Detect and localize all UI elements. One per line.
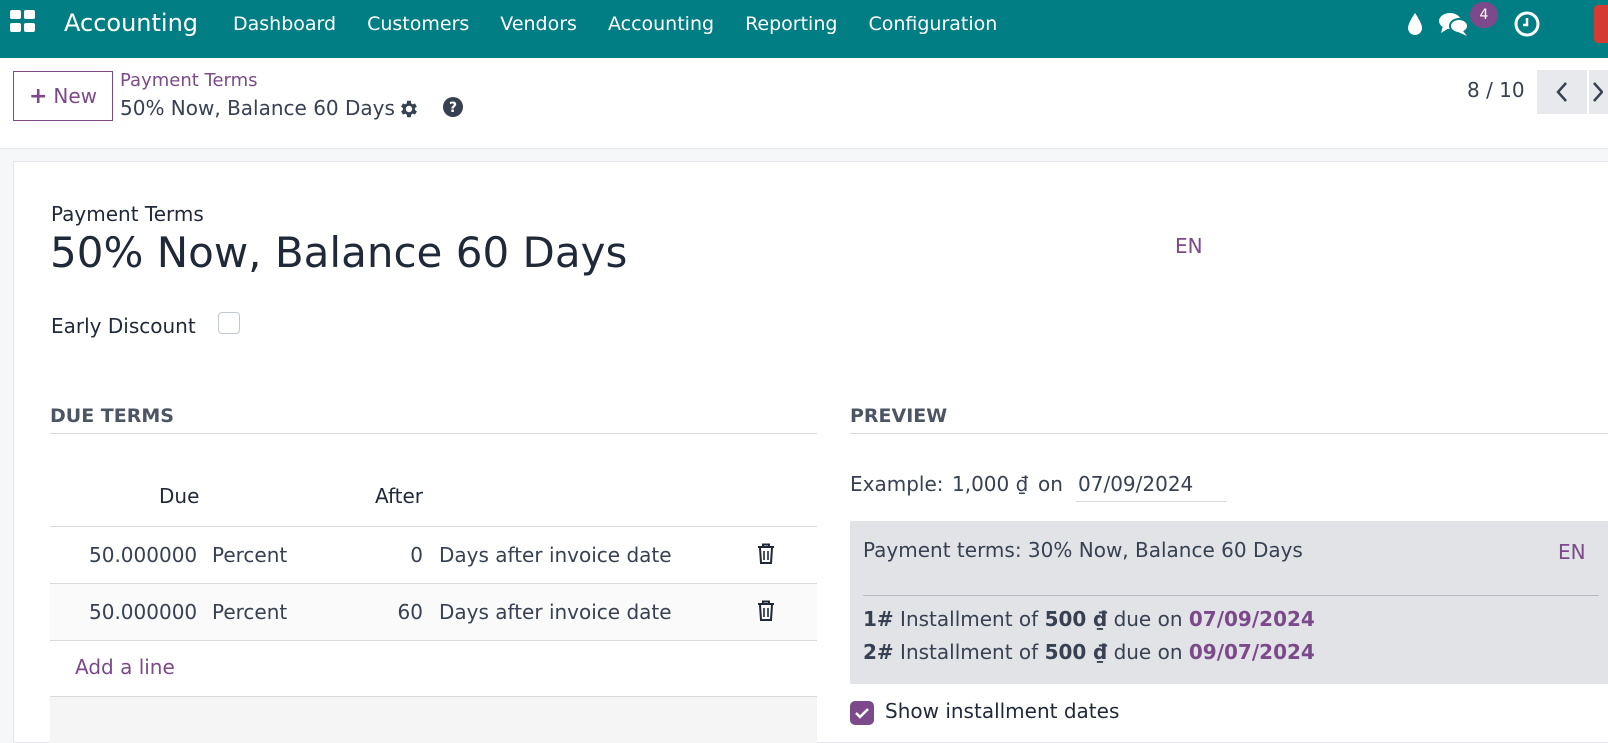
help-icon[interactable]: ? [442, 96, 464, 118]
installment-date: 09/07/2024 [1188, 640, 1315, 664]
column-header-after[interactable]: After [375, 484, 423, 508]
svg-text:?: ? [449, 100, 457, 116]
user-avatar[interactable] [1594, 5, 1608, 43]
main-menu: Dashboard Customers Vendors Accounting R… [233, 13, 1028, 35]
preview-title: PREVIEW [850, 405, 948, 427]
table-divider [50, 640, 817, 641]
new-button[interactable]: + New [13, 71, 113, 121]
add-line-link[interactable]: Add a line [75, 655, 175, 679]
installment-due-text: due on [1113, 640, 1183, 664]
due-terms-divider [50, 433, 817, 434]
pager-previous-button[interactable] [1537, 70, 1587, 114]
translate-lang-button[interactable]: EN [1175, 234, 1203, 258]
early-discount-label: Early Discount [51, 314, 196, 338]
pager-next-button[interactable] [1589, 70, 1608, 114]
installment-due-text: due on [1113, 607, 1183, 631]
table-footer [50, 696, 817, 743]
checkmark-icon [855, 708, 869, 719]
table-row[interactable]: 50.000000 Percent 60 Days after invoice … [50, 583, 817, 640]
trash-icon[interactable] [757, 600, 775, 622]
installment-amount: 500 ₫ [1044, 640, 1108, 664]
table-row[interactable]: 50.000000 Percent 0 Days after invoice d… [50, 526, 817, 583]
example-on-label: on [1038, 472, 1063, 496]
show-installment-dates-checkbox[interactable] [850, 701, 874, 725]
clock-icon[interactable] [1513, 10, 1541, 38]
name-field-label: Payment Terms [51, 202, 204, 226]
preview-box-divider [863, 595, 1599, 596]
breadcrumb-parent[interactable]: Payment Terms [120, 70, 258, 91]
installment-amount: 500 ₫ [1044, 607, 1108, 631]
installment-text: Installment of [900, 607, 1039, 631]
chat-icon[interactable] [1438, 10, 1470, 38]
preview-divider [850, 433, 1608, 434]
form-sheet: Payment Terms 50% Now, Balance 60 Days E… [13, 161, 1608, 743]
due-value[interactable]: 50.000000 [89, 600, 197, 624]
top-navbar: Accounting Dashboard Customers Vendors A… [0, 0, 1608, 58]
control-panel: + New Payment Terms 50% Now, Balance 60 D… [0, 58, 1608, 149]
menu-customers[interactable]: Customers [367, 13, 469, 35]
due-days[interactable]: 0 [403, 543, 423, 567]
pager-value[interactable]: 8 / 10 [1467, 78, 1525, 102]
example-date-field[interactable]: 07/09/2024 [1076, 466, 1227, 502]
chevron-left-icon [1556, 82, 1567, 102]
example-label: Example: [850, 472, 944, 496]
menu-accounting[interactable]: Accounting [608, 13, 714, 35]
due-type[interactable]: Percent [212, 600, 287, 624]
trash-icon[interactable] [757, 543, 775, 565]
menu-reporting[interactable]: Reporting [745, 13, 837, 35]
apps-grid-icon[interactable] [10, 10, 36, 32]
installment-line: 2# Installment of 500 ₫ due on 09/07/202… [863, 640, 1315, 664]
menu-configuration[interactable]: Configuration [868, 13, 997, 35]
drop-icon[interactable] [1406, 11, 1424, 37]
due-type[interactable]: Percent [212, 543, 287, 567]
preview-terms-text: Payment terms: 30% Now, Balance 60 Days [863, 538, 1303, 562]
menu-vendors[interactable]: Vendors [500, 13, 577, 35]
preview-box: Payment terms: 30% Now, Balance 60 Days … [850, 521, 1608, 684]
chat-count-badge: 4 [1470, 2, 1498, 28]
new-button-label: New [53, 84, 98, 108]
due-terms-title: DUE TERMS [50, 405, 174, 427]
preview-lang-button[interactable]: EN [1558, 540, 1586, 564]
menu-dashboard[interactable]: Dashboard [233, 13, 336, 35]
due-value[interactable]: 50.000000 [89, 543, 197, 567]
due-days[interactable]: 60 [393, 600, 423, 624]
breadcrumb-current: 50% Now, Balance 60 Days [120, 96, 395, 120]
show-installment-dates-label: Show installment dates [885, 699, 1120, 723]
chevron-right-icon [1593, 82, 1604, 102]
record-name-field[interactable]: 50% Now, Balance 60 Days [50, 228, 627, 277]
early-discount-checkbox[interactable] [218, 312, 240, 334]
app-name[interactable]: Accounting [64, 9, 198, 37]
installment-number: 2# [863, 640, 894, 664]
plus-icon: + [28, 83, 48, 109]
example-amount-field[interactable]: 1,000 ₫ [952, 472, 1028, 496]
gear-icon[interactable] [398, 98, 420, 120]
installment-line: 1# Installment of 500 ₫ due on 07/09/202… [863, 607, 1315, 631]
installment-number: 1# [863, 607, 894, 631]
installment-text: Installment of [900, 640, 1039, 664]
installment-date: 07/09/2024 [1188, 607, 1315, 631]
due-option[interactable]: Days after invoice date [439, 543, 672, 567]
due-option[interactable]: Days after invoice date [439, 600, 672, 624]
column-header-due[interactable]: Due [159, 484, 199, 508]
